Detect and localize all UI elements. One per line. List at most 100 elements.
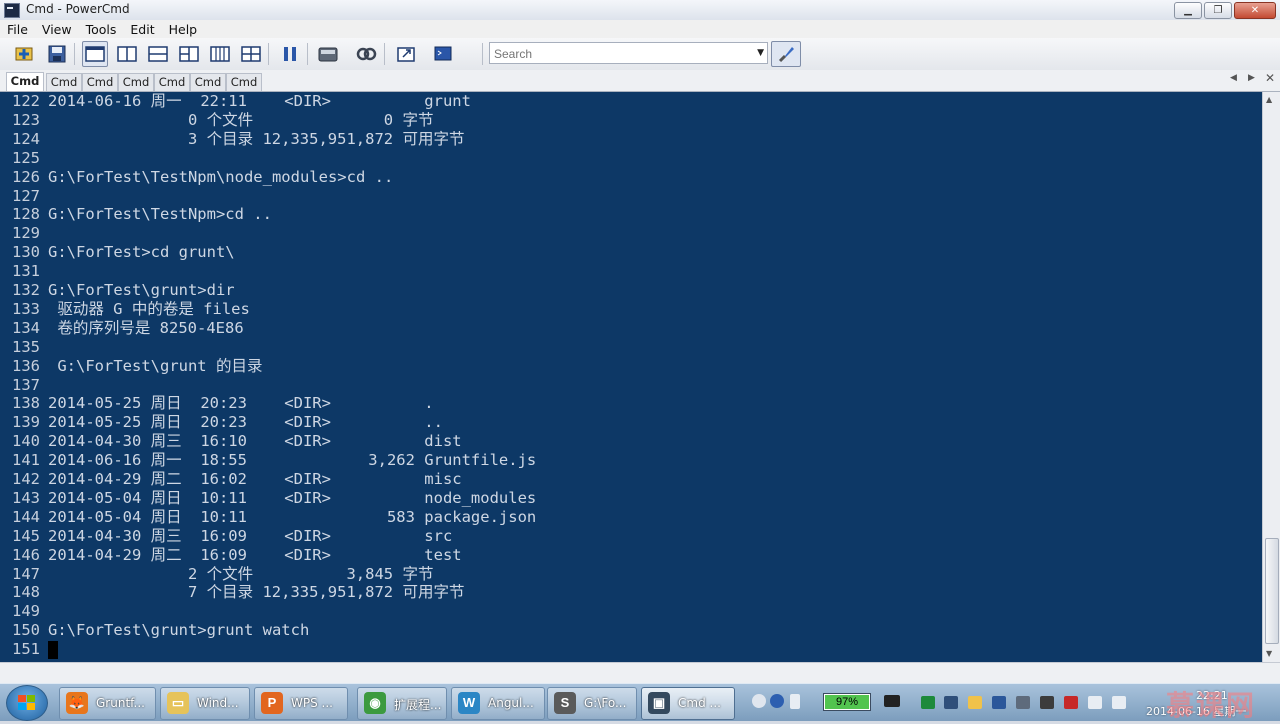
tray-keyboard-icon[interactable] bbox=[1016, 696, 1030, 709]
line-text: 2 个文件 3,845 字节 bbox=[48, 564, 434, 583]
layout-split-vertical-icon[interactable] bbox=[114, 41, 140, 67]
tab-scroll-left-icon[interactable]: ◀ bbox=[1230, 73, 1237, 83]
console-line: 128 G:\ForTest\TestNpm>cd .. bbox=[0, 205, 272, 224]
taskbar-item[interactable]: ▣ Cmd ... bbox=[641, 687, 735, 720]
scroll-up-icon[interactable]: ▲ bbox=[1266, 95, 1272, 104]
line-number: 148 bbox=[12, 583, 40, 602]
external-window-icon[interactable] bbox=[393, 41, 419, 67]
scrollbar-thumb[interactable] bbox=[1265, 538, 1279, 644]
line-text: 2014-05-25 周日 20:23 <DIR> . bbox=[48, 394, 434, 413]
pause-icon[interactable] bbox=[277, 41, 303, 67]
volume-icon[interactable] bbox=[1112, 696, 1126, 709]
word-icon[interactable] bbox=[992, 696, 1006, 709]
console-scrollbar[interactable]: ▲ ▼ bbox=[1262, 92, 1280, 662]
line-text: 3 个目录 12,335,951,872 可用字节 bbox=[48, 129, 465, 148]
battery-indicator[interactable]: 97% bbox=[823, 693, 871, 711]
line-text: 2014-06-16 周一 18:55 3,262 Gruntfile.js bbox=[48, 451, 537, 470]
power-plug-icon[interactable] bbox=[884, 695, 900, 707]
tab-cmd-4[interactable]: Cmd bbox=[118, 73, 154, 91]
layout-grid-icon[interactable] bbox=[238, 41, 264, 67]
line-number: 138 bbox=[12, 394, 40, 413]
taskbar-item[interactable]: ▭ Wind... bbox=[160, 687, 250, 720]
line-text: G:\ForTest\TestNpm\node_modules>cd .. bbox=[48, 167, 394, 186]
tab-cmd-3[interactable]: Cmd bbox=[82, 73, 118, 91]
close-button[interactable]: ✕ bbox=[1234, 2, 1276, 19]
tab-bar: Cmd Cmd Cmd Cmd Cmd Cmd Cmd bbox=[0, 70, 1280, 92]
tray-folder-icon[interactable] bbox=[968, 696, 982, 709]
minimize-button[interactable]: ▁ bbox=[1174, 2, 1202, 19]
network-icon[interactable] bbox=[752, 694, 766, 708]
maximize-button[interactable]: ❐ bbox=[1204, 2, 1232, 19]
usb-icon[interactable] bbox=[790, 694, 800, 709]
tab-cmd-7[interactable]: Cmd bbox=[226, 73, 262, 91]
windows-logo-icon bbox=[18, 695, 36, 711]
line-text: 驱动器 G 中的卷是 files bbox=[48, 299, 250, 318]
console-line: 151 bbox=[0, 640, 58, 660]
console-line: 122 2014-06-16 周一 22:11 <DIR> grunt bbox=[0, 92, 471, 111]
chrome-icon: ◉ bbox=[364, 692, 386, 714]
console-line: 135 bbox=[0, 338, 40, 357]
taskbar-item[interactable]: P WPS ... bbox=[254, 687, 348, 720]
taskbar-item[interactable]: 🦊 Gruntf... bbox=[59, 687, 156, 720]
console-line: 132 G:\ForTest\grunt>dir bbox=[0, 281, 235, 300]
menu-tools[interactable]: Tools bbox=[79, 22, 124, 37]
tab-close-icon[interactable]: ✕ bbox=[1265, 71, 1275, 85]
tray-security-icon[interactable] bbox=[1064, 696, 1078, 709]
console-line: 144 2014-05-04 周日 10:11 583 package.json bbox=[0, 507, 536, 527]
taskbar-item[interactable]: W Angul... bbox=[451, 687, 545, 720]
layout-four-columns-icon[interactable] bbox=[207, 41, 233, 67]
chevron-down-icon[interactable]: ▼ bbox=[757, 43, 764, 63]
tab-cmd-1[interactable]: Cmd bbox=[6, 72, 44, 91]
calculator-icon[interactable] bbox=[315, 41, 341, 67]
taskbar-item[interactable]: S G:\Fo... bbox=[547, 687, 637, 720]
taskbar-item-label: Cmd ... bbox=[678, 696, 721, 710]
line-number: 132 bbox=[12, 281, 40, 299]
menu-help[interactable]: Help bbox=[162, 22, 205, 37]
tab-scroll-right-icon[interactable]: ▶ bbox=[1248, 73, 1255, 83]
menu-bar: File View Tools Edit Help bbox=[0, 20, 1280, 38]
save-icon[interactable] bbox=[44, 41, 70, 67]
console-line: 142 2014-04-29 周二 16:02 <DIR> misc bbox=[0, 470, 462, 489]
tray-display-icon[interactable] bbox=[944, 696, 958, 709]
line-text: 7 个目录 12,335,951,872 可用字节 bbox=[48, 583, 465, 602]
start-button[interactable] bbox=[6, 685, 48, 721]
powercmd-app-icon[interactable] bbox=[4, 3, 20, 18]
taskbar-item-label: Wind... bbox=[197, 696, 239, 710]
layout-split-horizontal-icon[interactable] bbox=[145, 41, 171, 67]
console-line: 148 7 个目录 12,335,951,872 可用字节 bbox=[0, 583, 464, 602]
menu-file[interactable]: File bbox=[0, 22, 35, 37]
layout-three-icon[interactable] bbox=[176, 41, 202, 67]
console-line: 138 2014-05-25 周日 20:23 <DIR> . bbox=[0, 394, 434, 413]
signal-icon[interactable] bbox=[1088, 696, 1102, 709]
line-number: 144 bbox=[12, 507, 40, 526]
scroll-down-icon[interactable]: ▼ bbox=[1266, 649, 1272, 658]
help-icon[interactable] bbox=[770, 694, 784, 708]
brush-icon[interactable] bbox=[771, 41, 801, 67]
tab-cmd-6[interactable]: Cmd bbox=[190, 73, 226, 91]
menu-edit[interactable]: Edit bbox=[123, 22, 161, 37]
line-number: 129 bbox=[12, 224, 40, 243]
search-box[interactable]: ▼ bbox=[489, 42, 768, 64]
new-session-icon[interactable] bbox=[12, 41, 38, 67]
console-line: 141 2014-06-16 周一 18:55 3,262 Gruntfile.j… bbox=[0, 451, 536, 470]
search-input[interactable] bbox=[490, 45, 748, 63]
console-line: 129 bbox=[0, 224, 40, 243]
link-icon[interactable] bbox=[353, 41, 379, 67]
cmd-prompt-icon[interactable] bbox=[430, 41, 456, 67]
menu-view[interactable]: View bbox=[35, 22, 79, 37]
console-output[interactable]: 122 2014-06-16 周一 22:11 <DIR> grunt 123 0 … bbox=[0, 92, 1262, 662]
layout-single-icon[interactable] bbox=[82, 41, 108, 67]
taskbar: 🦊 Gruntf... ▭ Wind... P WPS ... ◉ 扩展程... W Angul.… bbox=[0, 683, 1280, 721]
console-line: 139 2014-05-25 周日 20:23 <DIR> .. bbox=[0, 413, 443, 432]
line-number: 127 bbox=[12, 186, 40, 205]
tray-green-icon[interactable] bbox=[921, 696, 935, 709]
tray-app-icon[interactable] bbox=[1040, 696, 1054, 709]
line-text: 2014-06-16 周一 22:11 <DIR> grunt bbox=[48, 92, 471, 110]
line-text: G:\ForTest>cd grunt\ bbox=[48, 243, 235, 262]
line-number: 143 bbox=[12, 488, 40, 507]
line-number: 147 bbox=[12, 564, 40, 583]
tab-cmd-5[interactable]: Cmd bbox=[154, 73, 190, 91]
line-number: 126 bbox=[12, 167, 40, 186]
tab-cmd-2[interactable]: Cmd bbox=[46, 73, 82, 91]
taskbar-item[interactable]: ◉ 扩展程... bbox=[357, 687, 447, 720]
